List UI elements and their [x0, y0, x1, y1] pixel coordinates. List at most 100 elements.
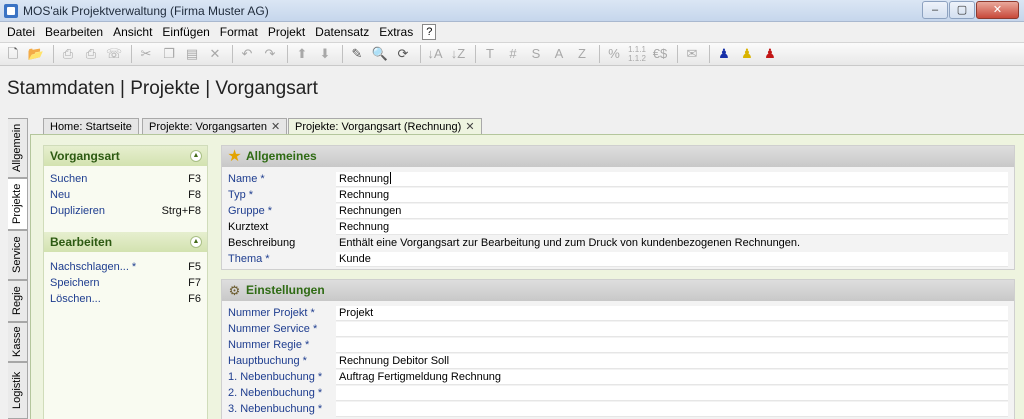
side-tab-service[interactable]: Service	[8, 230, 28, 280]
main-form: ★ Allgemeines Name * Rechnung Typ * Rech…	[221, 145, 1015, 419]
section-allgemeines: ★ Allgemeines Name * Rechnung Typ * Rech…	[221, 145, 1015, 270]
shortcut-key: F3	[188, 173, 201, 185]
field-row-nebenbuchung-1: 1. Nebenbuchung * Auftrag Fertigmeldung …	[228, 370, 1008, 386]
text-format-button[interactable]: T	[480, 44, 500, 64]
nebenbuchung-1-field[interactable]: Auftrag Fertigmeldung Rechnung	[336, 370, 1008, 385]
menu-help[interactable]: ?	[422, 24, 437, 40]
delete-icon[interactable]: ✕	[205, 44, 225, 64]
menu-format[interactable]: Format	[216, 25, 262, 39]
menu-ansicht[interactable]: Ansicht	[109, 25, 156, 39]
collapse-icon[interactable]: ▲	[190, 150, 202, 162]
name-field[interactable]: Rechnung	[336, 172, 1008, 187]
cut-icon[interactable]: ✂	[136, 44, 156, 64]
paste-icon[interactable]: ▤	[182, 44, 202, 64]
menu-datensatz[interactable]: Datensatz	[311, 25, 373, 39]
nummer-projekt-field[interactable]: Projekt	[336, 306, 1008, 321]
nebenbuchung-3-field[interactable]	[336, 402, 1008, 417]
toolbar-separator	[232, 45, 233, 63]
side-tab-allgemein[interactable]: Allgemein	[8, 118, 28, 178]
menu-einfuegen[interactable]: Einfügen	[158, 25, 213, 39]
tab-label: Projekte: Vorgangsarten	[149, 121, 268, 133]
close-button[interactable]: ✕	[976, 1, 1019, 19]
nummer-service-field[interactable]	[336, 322, 1008, 337]
side-tab-regie[interactable]: Regie	[8, 280, 28, 322]
nummer-regie-field[interactable]	[336, 338, 1008, 353]
text-caret	[390, 172, 392, 184]
open-folder-icon[interactable]: 📂	[26, 44, 46, 64]
toolbar: 🗋 📂 ⎙ ⎙ ☏ ✂ ❐ ▤ ✕ ↶ ↷ ⬆ ⬇ ✎ 🔍 ⟳ ↓A ↓Z T …	[0, 42, 1024, 66]
minimize-button[interactable]: –	[922, 1, 948, 19]
task-suchen[interactable]: Suchen F3	[50, 171, 201, 187]
refresh-icon[interactable]: ⟳	[393, 44, 413, 64]
beschreibung-field[interactable]: Enthält eine Vorgangsart zur Bearbeitung…	[336, 236, 1008, 251]
task-duplizieren[interactable]: Duplizieren Strg+F8	[50, 203, 201, 219]
fax-icon[interactable]: ☏	[104, 44, 124, 64]
edit-icon[interactable]: ✎	[347, 44, 367, 64]
field-row-nebenbuchung-3: 3. Nebenbuchung *	[228, 402, 1008, 418]
nebenbuchung-2-field[interactable]	[336, 386, 1008, 401]
task-speichern[interactable]: Speichern F7	[50, 275, 201, 291]
tab-label: Projekte: Vorgangsart (Rechnung)	[295, 121, 462, 133]
side-tab-projekte[interactable]: Projekte	[8, 178, 28, 230]
maximize-button[interactable]: ▢	[949, 1, 975, 19]
task-label: Duplizieren	[50, 205, 106, 217]
toolbar-separator	[599, 45, 600, 63]
new-document-icon[interactable]: 🗋	[3, 44, 23, 64]
kurztext-field[interactable]: Rechnung	[336, 220, 1008, 235]
menu-datei[interactable]: Datei	[3, 25, 39, 39]
copy-icon[interactable]: ❐	[159, 44, 179, 64]
field-row-name: Name * Rechnung	[228, 172, 1008, 188]
move-up-icon[interactable]: ⬆	[292, 44, 312, 64]
sum-format-button[interactable]: S	[526, 44, 546, 64]
numbering-button[interactable]: 1.1.1 1.1.2	[627, 44, 647, 64]
sort-ascending-icon[interactable]: ↓A	[425, 44, 445, 64]
menu-extras[interactable]: Extras	[375, 25, 417, 39]
typ-field[interactable]: Rechnung	[336, 188, 1008, 203]
task-nachschlagen[interactable]: Nachschlagen... * F5	[50, 259, 201, 275]
user-blue-icon[interactable]: ♟	[714, 44, 734, 64]
user-red-icon[interactable]: ♟	[760, 44, 780, 64]
number-format-button[interactable]: #	[503, 44, 523, 64]
thema-field[interactable]: Kunde	[336, 252, 1008, 267]
user-yellow-icon[interactable]: ♟	[737, 44, 757, 64]
toolbar-separator	[287, 45, 288, 63]
task-loeschen[interactable]: Löschen... F6	[50, 291, 201, 307]
move-down-icon[interactable]: ⬇	[315, 44, 335, 64]
percent-button[interactable]: %	[604, 44, 624, 64]
shortcut-key: F6	[188, 293, 201, 305]
side-tab-logistik[interactable]: Logistik	[8, 362, 28, 419]
toolbar-separator	[475, 45, 476, 63]
task-label: Löschen...	[50, 293, 101, 305]
toolbar-separator	[420, 45, 421, 63]
undo-icon[interactable]: ↶	[237, 44, 257, 64]
field-row-kurztext: Kurztext Rechnung	[228, 220, 1008, 236]
field-row-nummer-regie: Nummer Regie *	[228, 338, 1008, 354]
shortcut-key: F8	[188, 189, 201, 201]
redo-icon[interactable]: ↷	[260, 44, 280, 64]
shortcut-key: F7	[188, 277, 201, 289]
article-format-button[interactable]: A	[549, 44, 569, 64]
toolbar-separator	[677, 45, 678, 63]
field-value: Rechnung	[339, 173, 390, 185]
window-title: MOS'aik Projektverwaltung (Firma Muster …	[23, 3, 269, 18]
currency-button[interactable]: €$	[650, 44, 670, 64]
menu-projekt[interactable]: Projekt	[264, 25, 309, 39]
email-icon[interactable]: ✉	[682, 44, 702, 64]
tab-vorgangsarten[interactable]: Projekte: Vorgangsarten ✕	[142, 118, 288, 135]
gruppe-field[interactable]: Rechnungen	[336, 204, 1008, 219]
task-neu[interactable]: Neu F8	[50, 187, 201, 203]
sort-descending-icon[interactable]: ↓Z	[448, 44, 468, 64]
close-tab-icon[interactable]: ✕	[465, 121, 474, 133]
print-icon[interactable]: ⎙	[81, 44, 101, 64]
subtotal-format-button[interactable]: Z	[572, 44, 592, 64]
task-pane: Vorgangsart ▲ Suchen F3 Neu F8 Duplizier…	[43, 145, 208, 419]
side-tab-kasse[interactable]: Kasse	[8, 322, 28, 362]
print-preview-icon[interactable]: ⎙	[58, 44, 78, 64]
collapse-icon[interactable]: ▲	[190, 236, 202, 248]
tab-home-startseite[interactable]: Home: Startseite	[43, 118, 139, 135]
close-tab-icon[interactable]: ✕	[271, 121, 280, 133]
menu-bearbeiten[interactable]: Bearbeiten	[41, 25, 107, 39]
search-icon[interactable]: 🔍	[370, 44, 390, 64]
window-controls: – ▢ ✕	[921, 1, 1019, 19]
hauptbuchung-field[interactable]: Rechnung Debitor Soll	[336, 354, 1008, 369]
